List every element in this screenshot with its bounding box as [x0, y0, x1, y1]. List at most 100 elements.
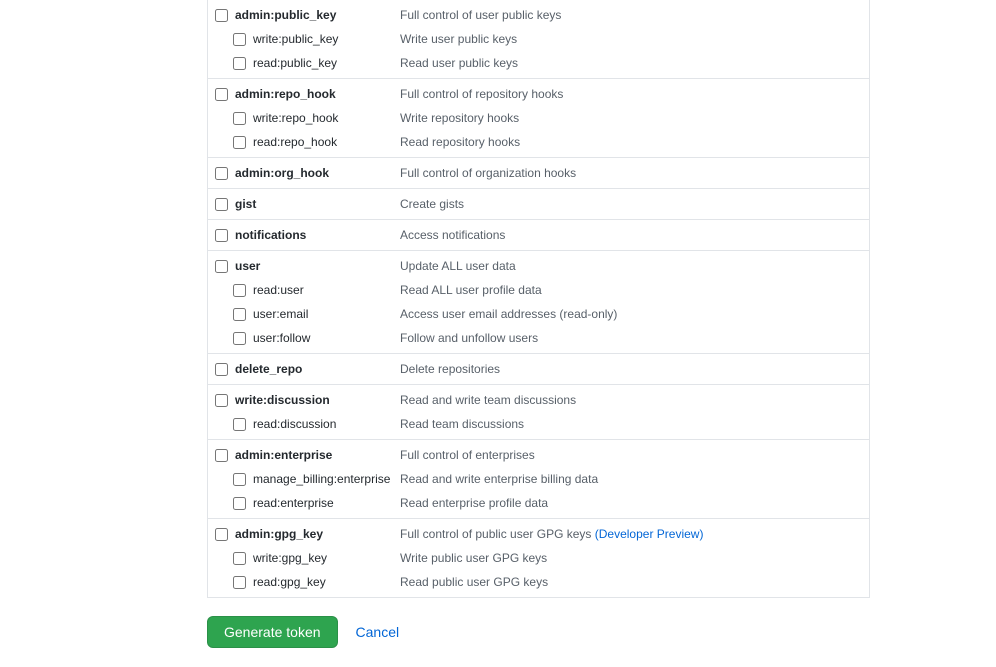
scope-desc-text: Full control of enterprises: [400, 448, 535, 462]
scope-name: read:user: [253, 283, 400, 297]
scope-name: user:follow: [253, 331, 400, 345]
scope-description: Read and write enterprise billing data: [400, 472, 598, 486]
scope-row-child: write:repo_hookWrite repository hooks: [208, 106, 869, 130]
scope-checkbox[interactable]: [215, 394, 228, 407]
scope-desc-text: Full control of user public keys: [400, 8, 561, 22]
scope-description: Full control of repository hooks: [400, 87, 563, 101]
scope-checkbox[interactable]: [233, 332, 246, 345]
scope-name: write:discussion: [235, 393, 400, 407]
scope-group: notificationsAccess notifications: [208, 220, 869, 251]
scope-name: read:discussion: [253, 417, 400, 431]
scope-row-parent: userUpdate ALL user data: [208, 254, 869, 278]
scope-name: read:enterprise: [253, 496, 400, 510]
scope-name: notifications: [235, 228, 400, 242]
scope-checkbox[interactable]: [233, 552, 246, 565]
scope-row-parent: write:discussionRead and write team disc…: [208, 388, 869, 412]
scope-checkbox[interactable]: [233, 473, 246, 486]
scope-description: Read ALL user profile data: [400, 283, 542, 297]
scope-list: admin:public_keyFull control of user pub…: [207, 0, 870, 598]
scope-row-parent: admin:public_keyFull control of user pub…: [208, 3, 869, 27]
scope-checkbox[interactable]: [233, 308, 246, 321]
scope-description: Write repository hooks: [400, 111, 519, 125]
scope-description: Write public user GPG keys: [400, 551, 547, 565]
scope-checkbox[interactable]: [233, 497, 246, 510]
scope-checkbox[interactable]: [215, 528, 228, 541]
scope-name: user: [235, 259, 400, 273]
scope-name: write:gpg_key: [253, 551, 400, 565]
scope-description: Full control of organization hooks: [400, 166, 576, 180]
scope-name: user:email: [253, 307, 400, 321]
scope-name: delete_repo: [235, 362, 400, 376]
scope-checkbox[interactable]: [215, 260, 228, 273]
scope-description: Follow and unfollow users: [400, 331, 538, 345]
scope-row-child: read:discussionRead team discussions: [208, 412, 869, 436]
scope-checkbox[interactable]: [233, 112, 246, 125]
cancel-link[interactable]: Cancel: [356, 624, 400, 640]
scope-checkbox[interactable]: [215, 88, 228, 101]
scope-description: Read repository hooks: [400, 135, 520, 149]
generate-token-button[interactable]: Generate token: [207, 616, 338, 648]
scope-desc-text: Full control of organization hooks: [400, 166, 576, 180]
scope-description: Read and write team discussions: [400, 393, 576, 407]
scope-row-child: read:public_keyRead user public keys: [208, 51, 869, 75]
scope-group: gistCreate gists: [208, 189, 869, 220]
scope-name: read:repo_hook: [253, 135, 400, 149]
scope-desc-text: Create gists: [400, 197, 464, 211]
scope-name: write:repo_hook: [253, 111, 400, 125]
scope-checkbox[interactable]: [233, 33, 246, 46]
scope-description: Read team discussions: [400, 417, 524, 431]
scope-description: Read public user GPG keys: [400, 575, 548, 589]
scope-name: write:public_key: [253, 32, 400, 46]
scope-row-parent: admin:org_hookFull control of organizati…: [208, 161, 869, 185]
scope-row-parent: delete_repoDelete repositories: [208, 357, 869, 381]
scope-row-child: read:enterpriseRead enterprise profile d…: [208, 491, 869, 515]
scope-desc-text: Update ALL user data: [400, 259, 516, 273]
scope-checkbox[interactable]: [215, 449, 228, 462]
scope-name: admin:org_hook: [235, 166, 400, 180]
scope-description: Full control of enterprises: [400, 448, 535, 462]
scope-group: admin:repo_hookFull control of repositor…: [208, 79, 869, 158]
scope-group: delete_repoDelete repositories: [208, 354, 869, 385]
scope-name: gist: [235, 197, 400, 211]
scope-group: admin:enterpriseFull control of enterpri…: [208, 440, 869, 519]
scope-row-child: read:repo_hookRead repository hooks: [208, 130, 869, 154]
scope-checkbox[interactable]: [233, 576, 246, 589]
scope-checkbox[interactable]: [215, 9, 228, 22]
scope-row-child: read:gpg_keyRead public user GPG keys: [208, 570, 869, 594]
scope-row-parent: admin:gpg_keyFull control of public user…: [208, 522, 869, 546]
scope-checkbox[interactable]: [215, 229, 228, 242]
scope-description: Write user public keys: [400, 32, 517, 46]
form-actions: Generate token Cancel: [207, 616, 870, 648]
scope-checkbox[interactable]: [233, 136, 246, 149]
scope-row-child: write:gpg_keyWrite public user GPG keys: [208, 546, 869, 570]
scope-checkbox[interactable]: [233, 418, 246, 431]
scope-group: admin:public_keyFull control of user pub…: [208, 0, 869, 79]
scope-checkbox[interactable]: [233, 57, 246, 70]
scope-description: Update ALL user data: [400, 259, 516, 273]
scope-row-parent: admin:repo_hookFull control of repositor…: [208, 82, 869, 106]
scope-row-parent: admin:enterpriseFull control of enterpri…: [208, 443, 869, 467]
scope-description: Create gists: [400, 197, 464, 211]
scope-row-child: manage_billing:enterpriseRead and write …: [208, 467, 869, 491]
scope-group: admin:org_hookFull control of organizati…: [208, 158, 869, 189]
developer-preview-link[interactable]: (Developer Preview): [595, 527, 704, 541]
scope-description: Access notifications: [400, 228, 505, 242]
scope-checkbox[interactable]: [215, 363, 228, 376]
scope-checkbox[interactable]: [215, 198, 228, 211]
scope-row-child: user:emailAccess user email addresses (r…: [208, 302, 869, 326]
scope-group: admin:gpg_keyFull control of public user…: [208, 519, 869, 598]
scope-name: manage_billing:enterprise: [253, 472, 400, 486]
scope-desc-text: Full control of repository hooks: [400, 87, 563, 101]
scope-desc-text: Full control of public user GPG keys: [400, 527, 595, 541]
scope-group: write:discussionRead and write team disc…: [208, 385, 869, 440]
scope-description: Read user public keys: [400, 56, 518, 70]
scope-description: Delete repositories: [400, 362, 500, 376]
scope-row-child: user:followFollow and unfollow users: [208, 326, 869, 350]
scope-desc-text: Delete repositories: [400, 362, 500, 376]
scope-row-child: read:userRead ALL user profile data: [208, 278, 869, 302]
scope-name: read:public_key: [253, 56, 400, 70]
scope-checkbox[interactable]: [215, 167, 228, 180]
scope-name: admin:public_key: [235, 8, 400, 22]
scope-description: Full control of user public keys: [400, 8, 561, 22]
scope-checkbox[interactable]: [233, 284, 246, 297]
